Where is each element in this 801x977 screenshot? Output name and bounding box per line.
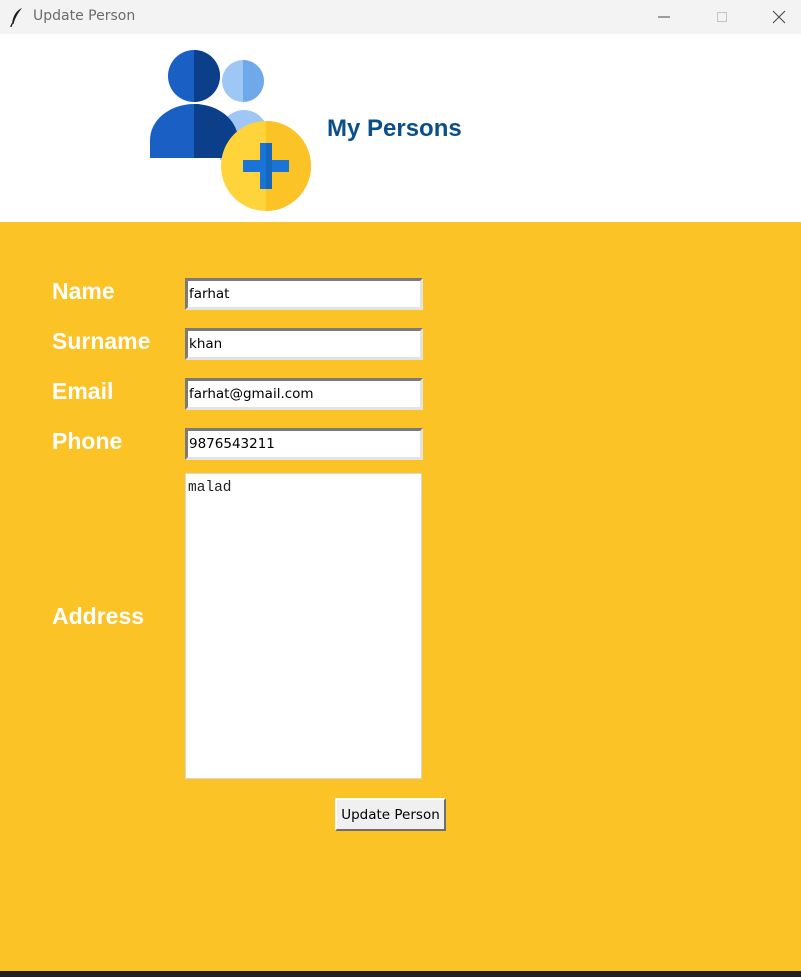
phone-label: Phone: [52, 428, 123, 454]
address-field[interactable]: malad: [186, 474, 421, 778]
address-field-border: malad: [185, 473, 422, 779]
surname-field[interactable]: [188, 331, 420, 357]
minimize-button[interactable]: [635, 0, 693, 34]
window-title: Update Person: [33, 8, 136, 24]
header: My Persons: [0, 34, 801, 222]
email-label: Email: [52, 378, 114, 404]
close-button[interactable]: [752, 0, 801, 34]
minimize-icon: [658, 16, 670, 18]
page-title: My Persons: [327, 115, 462, 142]
name-field-border: [185, 278, 423, 310]
address-label: Address: [52, 603, 145, 629]
email-field-border: [185, 378, 423, 410]
person-form: Name Surname Email Phone Address malad U…: [0, 222, 801, 971]
update-person-window: Update Person My Persons Name farhat Sur…: [0, 0, 801, 971]
window-edge: [0, 971, 801, 977]
maximize-button[interactable]: [693, 0, 751, 34]
update-person-button[interactable]: Update Person: [335, 798, 446, 831]
name-field[interactable]: [188, 281, 420, 307]
title-bar[interactable]: Update Person: [0, 0, 801, 34]
phone-field[interactable]: [188, 431, 420, 457]
email-field[interactable]: [188, 381, 420, 407]
feather-icon: [10, 8, 22, 27]
name-label: Name: [52, 278, 115, 304]
persons-add-icon: [150, 50, 311, 211]
maximize-icon: [717, 12, 727, 22]
close-icon: [772, 10, 786, 24]
surname-label: Surname: [52, 328, 151, 354]
surname-field-border: [185, 328, 423, 360]
phone-field-border: [185, 428, 423, 460]
